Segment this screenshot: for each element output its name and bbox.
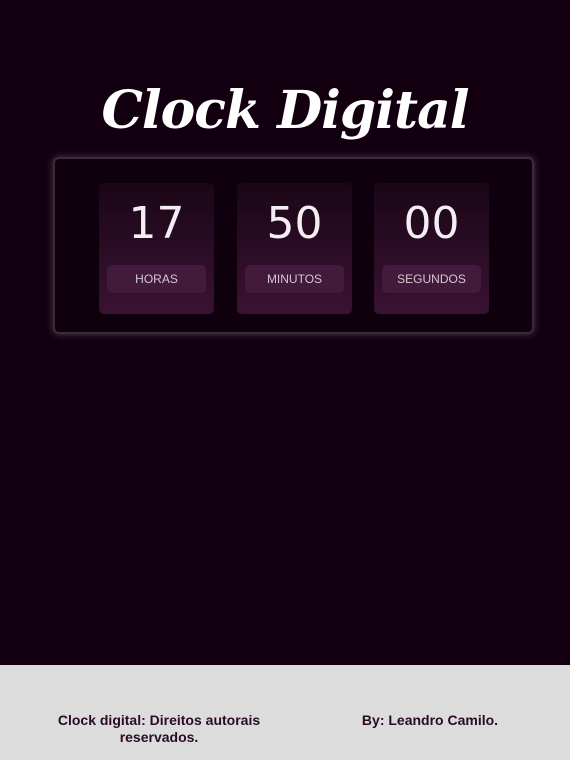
- clock-panel: 17 HORAS 50 MINUTOS 00 SEGUNDOS: [53, 157, 534, 334]
- seconds-card: 00 SEGUNDOS: [374, 183, 489, 314]
- minutes-card: 50 MINUTOS: [237, 183, 352, 314]
- hours-label: HORAS: [107, 265, 206, 293]
- hours-value: 17: [128, 198, 185, 249]
- footer-copyright: Clock digital: Direitos autorais reserva…: [57, 712, 261, 745]
- seconds-value: 00: [403, 198, 460, 249]
- hours-card: 17 HORAS: [99, 183, 214, 314]
- minutes-value: 50: [266, 198, 323, 249]
- footer-author: By: Leandro Camilo.: [361, 712, 499, 728]
- main-area: Clock Digital 17 HORAS 50 MINUTOS 00 SEG…: [0, 0, 570, 665]
- page-title: Clock Digital: [101, 79, 469, 141]
- seconds-label: SEGUNDOS: [382, 265, 481, 293]
- footer: Clock digital: Direitos autorais reserva…: [0, 665, 570, 760]
- minutes-label: MINUTOS: [245, 265, 344, 293]
